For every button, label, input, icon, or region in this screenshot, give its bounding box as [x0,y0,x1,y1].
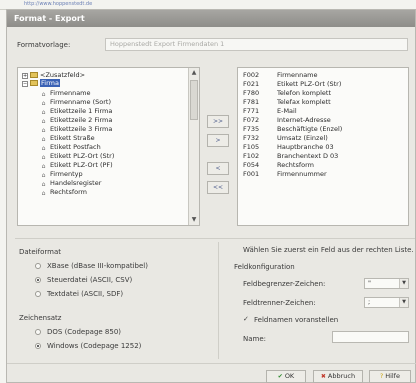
scrollbar-thumb[interactable] [190,80,198,120]
name-input[interactable] [332,331,409,343]
field-icon: ⌂ [41,163,46,170]
name-label: Name: [243,335,267,343]
begrenzer-select[interactable]: " ▼ [364,278,409,289]
ok-button[interactable]: ✔ OK [266,370,306,383]
csv-radio[interactable] [35,277,41,283]
tree-item-field[interactable]: ⌂ Etikettzeile 2 Firma [40,116,113,125]
tree-item-field[interactable]: ⌂ Etikett PLZ-Ort (Str) [40,152,115,161]
field-icon: ⌂ [41,145,46,152]
field-icon: ⌂ [41,100,46,107]
field-icon: ⌂ [41,118,46,125]
collapse-icon[interactable]: − [22,81,28,87]
remove-all-button[interactable]: << [207,181,229,194]
windows-radio[interactable] [35,343,41,349]
list-item[interactable]: F732 Umsatz (Einzel) [243,134,328,142]
tree-item-field[interactable]: ⌂ Etikett Postfach [40,143,101,152]
xbase-radio[interactable] [35,263,41,269]
tree-item-field[interactable]: ⌂ Firmenname (Sort) [40,98,111,107]
dateiformat-label: Dateiformat [19,248,62,256]
list-item[interactable]: F001 Firmennummer [243,170,327,178]
folder-open-icon [30,80,38,86]
zeichensatz-label: Zeichensatz [19,314,62,322]
tree-item-field[interactable]: ⌂ Etikett PLZ-Ort (PF) [40,161,113,170]
section-divider [15,238,415,239]
folder-icon [30,72,38,78]
checkmark-icon[interactable]: ✓ [243,315,249,323]
export-format-dialog: Format - Export Formatvorlage: Hoppenste… [6,9,416,383]
list-item[interactable]: F021 Etikett PLZ-Ort (Str) [243,80,341,88]
tree-item-field[interactable]: ⌂ Etikettzeile 1 Firma [40,107,113,116]
list-item[interactable]: F102 Branchentext D 03 [243,152,338,160]
dos-label[interactable]: DOS (Codepage 850) [47,328,121,336]
tree-item-field[interactable]: ⌂ Firmenname [40,89,91,98]
sdf-label[interactable]: Textdatei (ASCII, SDF) [47,290,123,298]
list-item[interactable]: F105 Hauptbranche 03 [243,143,334,151]
template-input[interactable]: Hoppenstedt Export Firmendaten 1 [105,38,408,51]
chevron-down-icon[interactable]: ▼ [399,279,408,288]
dialog-title: Format - Export [7,10,415,27]
list-item[interactable]: F002 Firmenname [243,71,318,79]
field-icon: ⌂ [41,172,46,179]
xbase-label[interactable]: XBase (dBase III-kompatibel) [47,262,148,270]
close-icon: ✖ [320,373,326,380]
background-url: http://www.hoppenstedt.de [24,1,93,7]
trenner-label: Feldtrenner-Zeichen: [243,299,316,307]
windows-label[interactable]: Windows (Codepage 1252) [47,342,141,350]
tree-item-zusatzfeld[interactable]: + <Zusatzfeld> [22,71,85,79]
csv-label[interactable]: Steuerdatei (ASCII, CSV) [47,276,132,284]
tree-item-firma[interactable]: − Firma [22,79,60,87]
cancel-button[interactable]: ✖ Abbruch [313,370,363,383]
begrenzer-label: Feldbegrenzer-Zeichen: [243,280,326,288]
field-icon: ⌂ [41,109,46,116]
checkmark-icon: ✔ [277,373,283,380]
field-icon: ⌂ [41,154,46,161]
tree-item-field[interactable]: ⌂ Firmentyp [40,170,83,179]
help-button[interactable]: ? Hilfe [369,370,411,383]
footer-divider [7,363,416,364]
list-item[interactable]: F072 Internet-Adresse [243,116,331,124]
scroll-down-icon[interactable]: ▼ [189,215,199,225]
list-item[interactable]: F771 E-Mail [243,107,297,115]
list-item[interactable]: F054 Rechtsform [243,161,314,169]
add-button[interactable]: > [207,134,229,147]
feldkonfiguration-label: Feldkonfiguration [234,263,295,271]
hint-text: Wählen Sie zuerst ein Feld aus der recht… [243,246,414,254]
dos-radio[interactable] [35,329,41,335]
field-icon: ⌂ [41,136,46,143]
tree-item-field[interactable]: ⌂ Rechtsform [40,188,87,197]
column-divider [218,242,219,359]
field-icon: ⌂ [41,181,46,188]
help-icon: ? [380,373,384,380]
available-fields-tree[interactable]: + <Zusatzfeld> − Firma ⌂ Firmenname ⌂ Firmen… [17,67,200,226]
chevron-down-icon[interactable]: ▼ [399,298,408,307]
template-label: Formatvorlage: [17,41,71,49]
remove-button[interactable]: < [207,162,229,175]
field-icon: ⌂ [41,127,46,134]
field-icon: ⌂ [41,91,46,98]
list-item[interactable]: F781 Telefax komplett [243,98,331,106]
list-item[interactable]: F735 Beschäftigte (Enzel) [243,125,342,133]
trenner-select[interactable]: ; ▼ [364,297,409,308]
sdf-radio[interactable] [35,291,41,297]
scroll-up-icon[interactable]: ▲ [189,68,199,78]
list-item[interactable]: F780 Telefon komplett [243,89,331,97]
feldnamen-label[interactable]: Feldnamen voranstellen [254,316,338,324]
tree-scrollbar[interactable]: ▲ ▼ [188,68,199,225]
tree-item-field[interactable]: ⌂ Etikettzeile 3 Firma [40,125,113,134]
tree-item-field[interactable]: ⌂ Handelsregister [40,179,102,188]
add-all-button[interactable]: >> [207,115,229,128]
tree-item-field[interactable]: ⌂ Etikett Straße [40,134,95,143]
selected-fields-list[interactable]: F002 Firmenname F021 Etikett PLZ-Ort (Str)… [237,67,409,226]
field-icon: ⌂ [41,190,46,197]
